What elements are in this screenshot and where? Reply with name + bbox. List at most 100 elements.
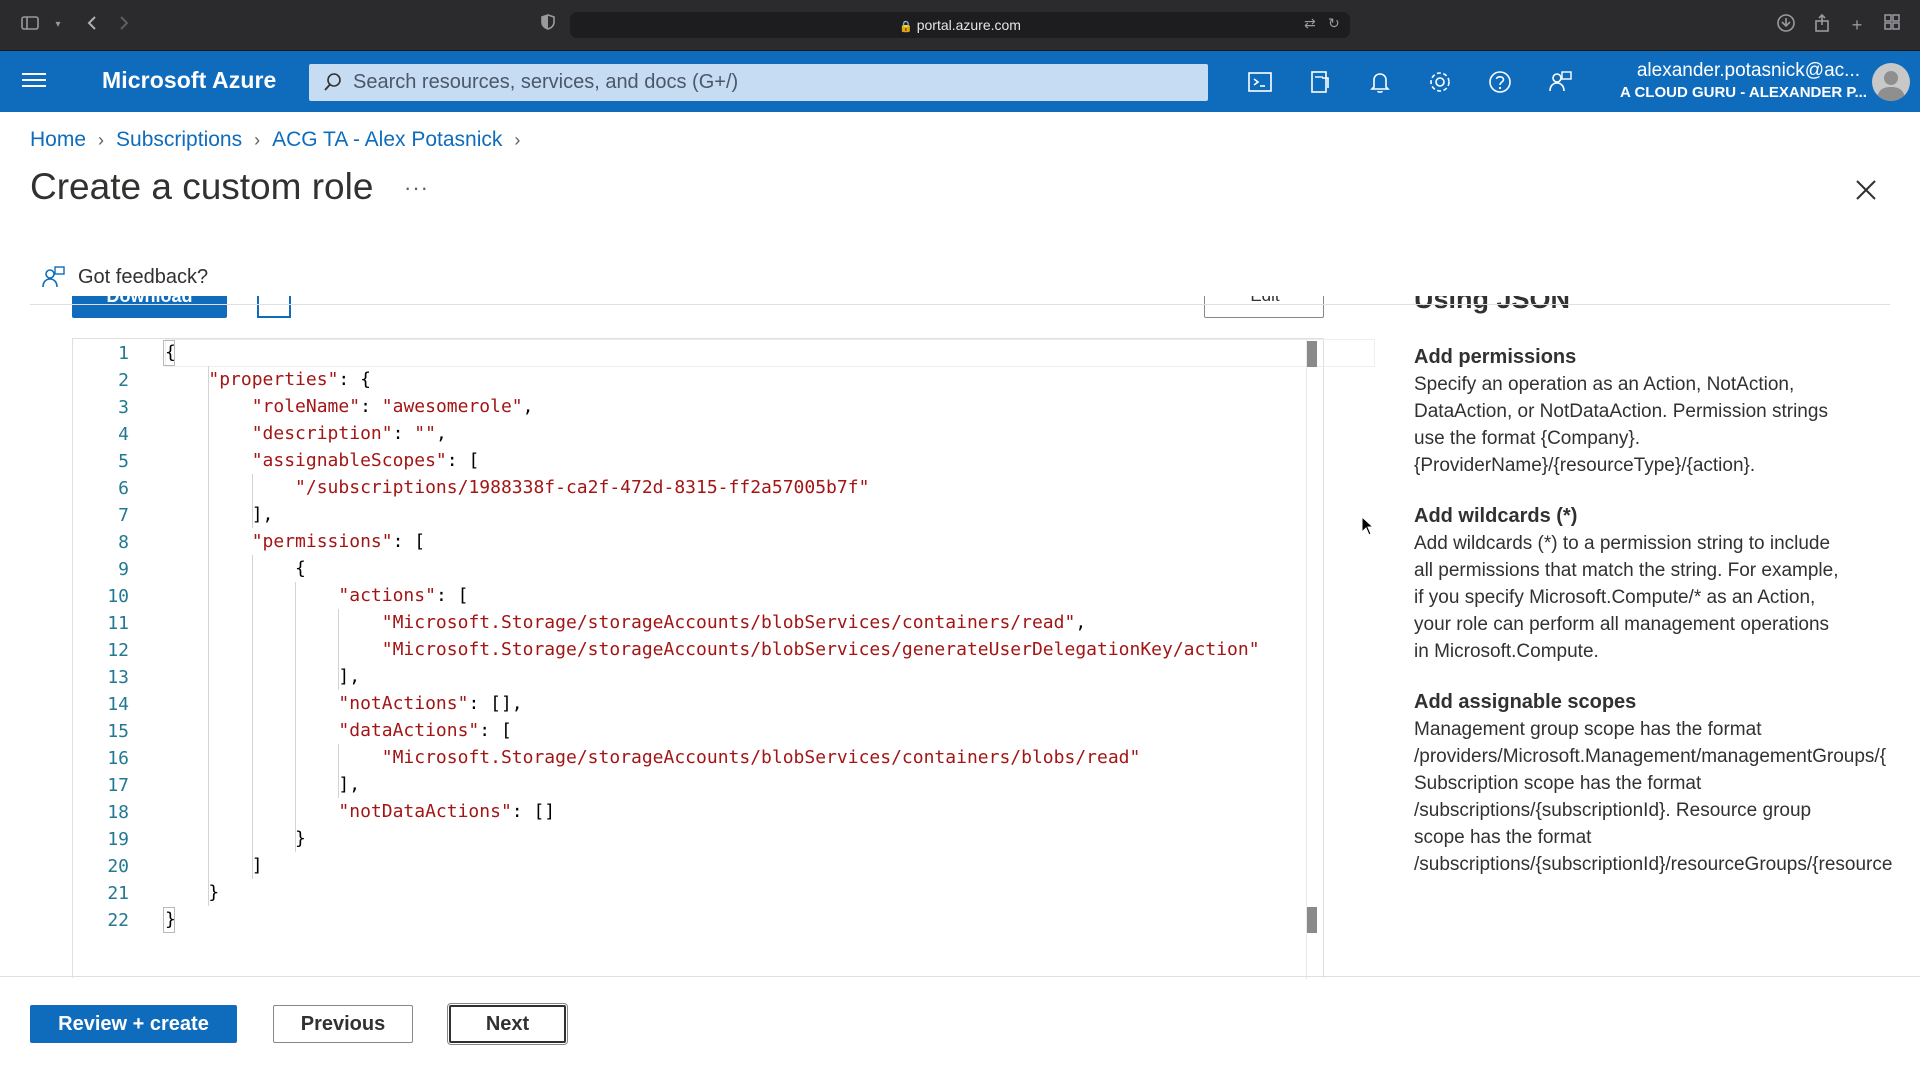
line-number: 20 (107, 856, 129, 877)
help-text-line: {ProviderName}/{resourceType}/{action}. (1414, 455, 1756, 476)
back-icon[interactable] (80, 13, 104, 37)
chevron-right-icon: › (254, 130, 261, 150)
code-line: "notDataActions": [] (338, 801, 556, 822)
mouse-cursor-icon (1361, 516, 1375, 536)
breadcrumb-home[interactable]: Home (30, 128, 86, 151)
new-tab-icon[interactable]: + (1845, 13, 1869, 37)
json-editor[interactable]: 1 2 3 4 5 6 7 8 9 10 11 12 13 14 15 16 17 18 19 20 21 22 { "p… (72, 338, 1375, 979)
line-number: 8 (118, 532, 129, 553)
line-number: 12 (107, 640, 129, 661)
sidebar-toggle-icon[interactable] (18, 13, 42, 37)
more-options-button[interactable]: ··· (404, 175, 429, 201)
search-icon (324, 73, 341, 91)
help-text-line: in Microsoft.Compute. (1414, 641, 1599, 662)
indent-guide (208, 366, 209, 906)
help-icon[interactable] (1486, 68, 1514, 96)
global-search[interactable] (309, 64, 1208, 101)
help-heading: Add permissions (1414, 346, 1577, 368)
code-line: ], (338, 666, 361, 687)
chevron-down-icon[interactable]: ▾ (46, 13, 70, 37)
help-text: Specify an operation as an Action, NotAc… (1414, 371, 1920, 479)
directory-filter-icon[interactable] (1306, 68, 1334, 96)
line-number: 11 (107, 613, 129, 634)
code-line: { (295, 558, 306, 579)
help-text-line: /subscriptions/{subscriptionId}/resource… (1414, 854, 1893, 875)
help-text: Management group scope has the format/pr… (1414, 716, 1920, 878)
footer-divider (0, 976, 1920, 977)
code-line: "notActions": [], (338, 693, 523, 714)
help-text-line: Subscription scope has the format (1414, 773, 1702, 794)
editor-scrollbar[interactable] (1306, 339, 1324, 979)
indent-guide (252, 474, 253, 528)
line-number-gutter: 1 2 3 4 5 6 7 8 9 10 11 12 13 14 15 16 17 18 19 20 21 22 (73, 339, 167, 979)
indent-guide (338, 609, 339, 690)
code-line: } (208, 882, 220, 903)
cloud-shell-icon[interactable] (1246, 68, 1274, 96)
address-bar[interactable]: 🔒 portal.azure.com ⇄ ↻ (570, 12, 1350, 38)
account-menu[interactable]: alexander.potasnick@ac... A CLOUD GURU -… (1620, 59, 1867, 105)
line-number: 17 (107, 775, 129, 796)
help-text-line: your role can perform all management ope… (1414, 614, 1830, 635)
code-line: "actions": [ (338, 585, 469, 606)
notifications-bell-icon[interactable] (1366, 68, 1394, 96)
line-number: 21 (107, 883, 129, 904)
forward-icon[interactable] (112, 13, 136, 37)
privacy-shield-icon[interactable] (536, 13, 560, 37)
copy-icon[interactable] (257, 296, 291, 318)
help-text-line: scope has the format (1414, 827, 1592, 848)
feedback-person-icon[interactable] (1546, 68, 1574, 96)
previous-button[interactable]: Previous (273, 1005, 413, 1043)
search-input[interactable] (353, 64, 1193, 101)
feedback-person-icon (42, 266, 65, 288)
code-line: "Microsoft.Storage/storageAccounts/blobS… (381, 747, 1141, 768)
download-button[interactable]: Download (72, 296, 227, 318)
line-number: 16 (107, 748, 129, 769)
help-text-line: if you specify Microsoft.Compute/* as an… (1414, 587, 1816, 608)
line-number: 14 (107, 694, 129, 715)
brand-title[interactable]: Microsoft Azure (102, 67, 276, 94)
line-number: 7 (118, 505, 129, 526)
tab-overview-icon[interactable] (1880, 13, 1904, 37)
share-icon[interactable] (1810, 13, 1834, 37)
help-text-line: all permissions that match the string. F… (1414, 560, 1839, 581)
section-heading: Using JSON (1414, 296, 1571, 314)
page-title: Create a custom role (30, 166, 374, 207)
chevron-right-icon: › (514, 130, 521, 150)
code-line: "Microsoft.Storage/storageAccounts/blobS… (381, 639, 1260, 660)
line-number: 13 (107, 667, 129, 688)
line-number: 1 (118, 343, 129, 364)
scrollbar-marker (1307, 907, 1317, 933)
translate-icon[interactable]: ⇄ (1304, 15, 1316, 32)
bracket-match-highlight (163, 340, 175, 366)
settings-gear-icon[interactable] (1426, 68, 1454, 96)
line-number: 10 (107, 586, 129, 607)
line-number: 9 (118, 559, 129, 580)
scrollbar-thumb[interactable] (1307, 341, 1317, 367)
help-text-line: Management group scope has the format (1414, 719, 1762, 740)
bracket-match-highlight (163, 907, 175, 933)
help-text-line: use the format {Company}. (1414, 428, 1641, 449)
line-number: 2 (118, 370, 129, 391)
avatar[interactable] (1872, 63, 1910, 101)
next-button[interactable]: Next (447, 1003, 568, 1045)
reload-icon[interactable]: ↻ (1328, 15, 1340, 32)
feedback-label: Got feedback? (78, 266, 209, 288)
help-panel: Add permissions Specify an operation as a… (1414, 346, 1920, 904)
code-line: "roleName": "awesomerole", (251, 396, 534, 417)
code-line: "assignableScopes": [ (251, 450, 480, 471)
indent-guide (338, 744, 339, 798)
close-icon[interactable] (1852, 176, 1880, 204)
code-line: "/subscriptions/1988338f-ca2f-472d-8315-… (295, 477, 870, 498)
line-number: 19 (107, 829, 129, 850)
portal-menu-icon[interactable] (22, 69, 46, 93)
breadcrumb-subscriptions[interactable]: Subscriptions (116, 128, 242, 151)
edit-button[interactable]: Edit (1204, 296, 1324, 318)
breadcrumb: Home › Subscriptions › ACG TA - Alex Potasni… (30, 128, 532, 152)
help-text-line: DataAction, or NotDataAction. Permission… (1414, 401, 1828, 422)
line-number: 22 (107, 910, 129, 931)
code-line: "dataActions": [ (338, 720, 512, 741)
breadcrumb-subscription[interactable]: ACG TA - Alex Potasnick (272, 128, 502, 151)
review-create-button[interactable]: Review + create (30, 1005, 237, 1043)
code-area[interactable]: { "properties": { "roleName": "awesomero… (163, 339, 1375, 979)
download-icon[interactable] (1774, 13, 1798, 37)
